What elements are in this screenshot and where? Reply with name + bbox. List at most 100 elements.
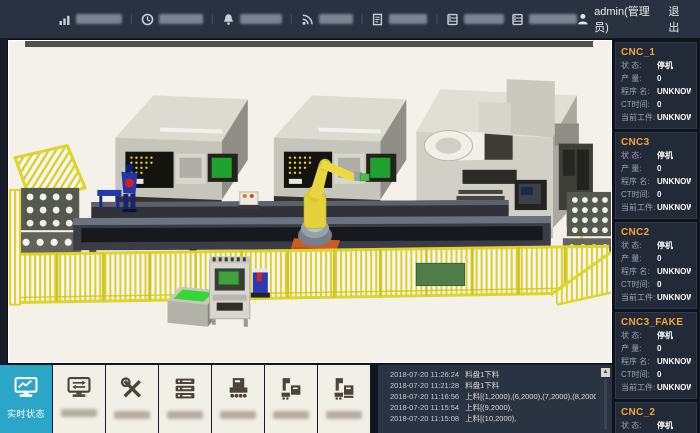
nav-separator: |	[130, 13, 133, 25]
toolbar-button-7[interactable]	[318, 365, 371, 433]
toolbar-label-redacted	[273, 411, 309, 419]
status-field: 产 量:0	[621, 252, 691, 265]
bell-icon	[222, 13, 235, 26]
log-entry: 2018-07-20 11:15:54上料[(9,2000),	[390, 402, 596, 413]
status-field: CT时间:0	[621, 368, 691, 381]
toolbar-button-label: 实时状态	[7, 407, 45, 420]
event-log[interactable]: 2018-07-20 11:26:24料盘1下料 2018-07-20 11:2…	[378, 365, 612, 433]
status-field: CT时间:0	[621, 188, 691, 201]
person-icon	[577, 13, 589, 25]
fence-sign	[416, 263, 464, 285]
nav-item-3[interactable]	[222, 13, 282, 26]
clock-icon	[141, 13, 154, 26]
status-field: CT时间:0	[621, 98, 691, 111]
status-panel-cnc3: CNC3 状 态:停机 产 量:0 程序 名:UNKNOWN CT时间:0 当前…	[615, 132, 697, 219]
log-entry: 2018-07-20 11:21:28料盘1下料	[390, 380, 596, 391]
status-field: 状 态:停机	[621, 149, 691, 162]
back-wall	[25, 41, 593, 47]
toolbar-label-redacted	[167, 411, 203, 419]
log-entry: 2018-07-20 11:15:08上料[(10,2000),	[390, 413, 596, 424]
nav-separator: |	[290, 13, 293, 25]
status-field: 状 态:停机	[621, 59, 691, 72]
database-icon	[511, 13, 524, 26]
toolbar-button-4[interactable]	[159, 365, 212, 433]
bottom-toolbar: 实时状态	[0, 365, 378, 433]
blue-trolley	[251, 268, 270, 297]
scene-3d	[9, 41, 611, 362]
server-icon	[172, 376, 198, 401]
robot-unload-icon	[331, 376, 357, 401]
nav-item-4[interactable]	[301, 13, 353, 26]
report-icon	[371, 13, 384, 26]
status-field: 程序 名:UNKNOWN	[621, 175, 691, 188]
status-panel-cnc3-fake: CNC3_FAKE 状 态:停机 产 量:0 程序 名:UNKNOWN CT时间…	[615, 312, 697, 399]
nav-item-7[interactable]	[511, 13, 577, 26]
rss-icon	[301, 13, 314, 26]
factory-3d-viewport[interactable]	[8, 40, 612, 363]
logout-link[interactable]: 退出	[668, 3, 690, 35]
toolbar-button-5[interactable]	[212, 365, 265, 433]
toolbar-button-realtime-status[interactable]: 实时状态	[0, 365, 53, 433]
status-field: 产 量:0	[621, 72, 691, 85]
status-field: 程序 名:UNKNOWN	[621, 85, 691, 98]
username: admin(管理员)	[594, 3, 663, 35]
status-field: 当前工件:UNKNOWN	[621, 381, 691, 394]
status-field: 程序 名:UNKNOWN	[621, 265, 691, 278]
panel-title: CNC_1	[621, 47, 691, 58]
toolbar-label-redacted	[326, 411, 362, 419]
main-nav: | | | | |	[58, 13, 577, 26]
mini-station	[239, 192, 259, 209]
nav-separator: |	[211, 13, 214, 25]
status-field: 当前工件:UNKNOWN	[621, 111, 691, 124]
status-field: 状 态:停机	[621, 329, 691, 342]
panel-title: CNC_2	[621, 407, 691, 418]
toolbar-label-redacted	[220, 411, 256, 419]
nav-separator: |	[435, 13, 438, 25]
log-entry: 2018-07-20 11:16:56上料[(1,2000),(6,2000),…	[390, 391, 596, 402]
safety-fence-left	[10, 190, 20, 305]
robot-load-icon	[278, 376, 304, 401]
machine-status-sidebar: CNC_1 状 态:停机 产 量:0 程序 名:UNKNOWN CT时间:0 当…	[612, 38, 700, 433]
status-panel-cnc-1: CNC_1 状 态:停机 产 量:0 程序 名:UNKNOWN CT时间:0 当…	[615, 42, 697, 129]
log-entry: 2018-07-20 11:26:24料盘1下料	[390, 369, 596, 380]
toolbar-button-3[interactable]	[106, 365, 159, 433]
database-icon	[446, 13, 459, 26]
status-field: 程序 名:UNKNOWN	[621, 355, 691, 368]
green-screen	[370, 158, 390, 178]
panel-title: CNC3	[621, 137, 691, 148]
status-field: 状 态:停机	[621, 419, 691, 432]
nav-label-redacted	[529, 14, 577, 24]
status-field: 当前工件:UNKNOWN	[621, 291, 691, 304]
log-scrollbar[interactable]	[604, 379, 607, 429]
scroll-up-icon[interactable]: ▲	[601, 368, 610, 377]
top-menu-bar: | | | | | admin(管理员)	[0, 0, 700, 38]
nav-label-redacted	[319, 14, 353, 24]
nav-label-redacted	[240, 14, 282, 24]
toolbar-label-redacted	[61, 409, 97, 417]
nav-separator: |	[361, 13, 364, 25]
toolbar-label-redacted	[114, 411, 150, 419]
status-field: 产 量:0	[621, 162, 691, 175]
signal-bars-icon	[58, 13, 71, 26]
status-panel-cnc2: CNC2 状 态:停机 产 量:0 程序 名:UNKNOWN CT时间:0 当前…	[615, 222, 697, 309]
status-field: 状 态:停机	[621, 239, 691, 252]
nav-item-6[interactable]	[446, 13, 504, 26]
toolbar-button-2[interactable]	[53, 365, 106, 433]
toolbar-button-6[interactable]	[265, 365, 318, 433]
conveyor-machine-icon	[225, 376, 251, 401]
nav-item-5[interactable]	[371, 13, 427, 26]
status-field: CT时间:0	[621, 278, 691, 291]
user-menu[interactable]: admin(管理员) 退出	[577, 3, 690, 35]
panel-title: CNC3_FAKE	[621, 317, 691, 328]
status-field: 当前工件:UNKNOWN	[621, 201, 691, 214]
cnc-machine-2	[274, 95, 406, 210]
monitor-chart-icon	[13, 376, 39, 399]
status-field: 产 量:0	[621, 342, 691, 355]
cabinet-screen	[219, 271, 239, 284]
nav-item-1[interactable]	[58, 13, 122, 26]
tools-icon	[119, 376, 145, 401]
nav-item-2[interactable]	[141, 13, 203, 26]
nav-label-redacted	[389, 14, 427, 24]
nav-label-redacted	[76, 14, 122, 24]
panel-title: CNC2	[621, 227, 691, 238]
